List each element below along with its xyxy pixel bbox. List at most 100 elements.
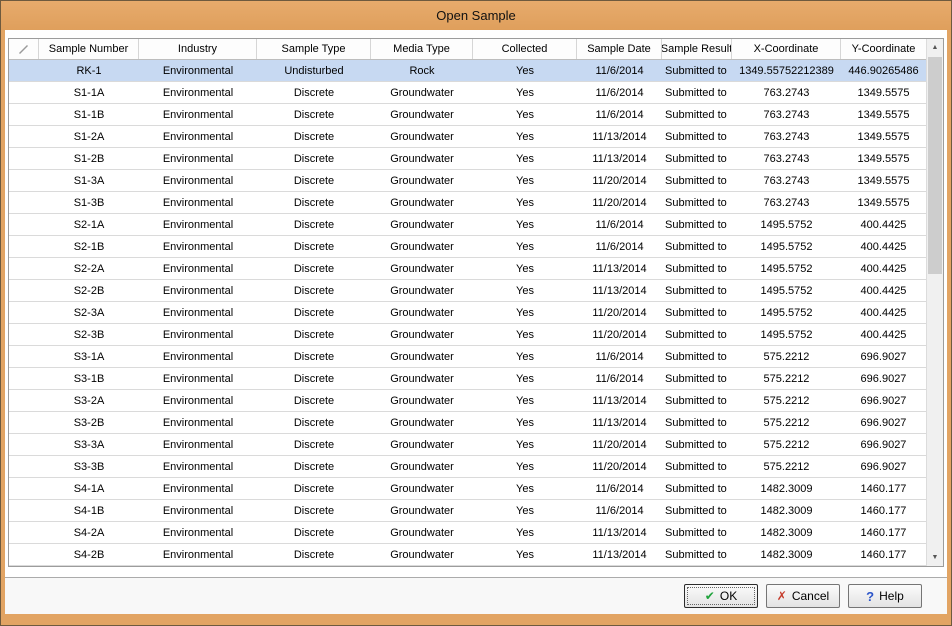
row-selector-header-cell[interactable] <box>9 39 39 59</box>
cell: 575.2212 <box>732 434 841 455</box>
row-selector-cell[interactable] <box>9 280 39 301</box>
cell: 1495.5752 <box>732 236 841 257</box>
vertical-scrollbar[interactable]: ▲ ▼ <box>926 39 943 566</box>
cancel-button[interactable]: ✗ Cancel <box>766 584 840 608</box>
row-selector-cell[interactable] <box>9 192 39 213</box>
cell: Environmental <box>139 280 257 301</box>
help-button-label: Help <box>879 589 904 603</box>
help-button[interactable]: ? Help <box>848 584 922 608</box>
column-header-sample-result[interactable]: Sample Result <box>662 39 732 59</box>
cell: Yes <box>473 478 577 499</box>
cell: 11/6/2014 <box>577 478 662 499</box>
table-row[interactable]: S2-2BEnvironmentalDiscreteGroundwaterYes… <box>9 280 926 302</box>
table-row[interactable]: S2-3BEnvironmentalDiscreteGroundwaterYes… <box>9 324 926 346</box>
table-row[interactable]: S1-1BEnvironmentalDiscreteGroundwaterYes… <box>9 104 926 126</box>
row-selector-cell[interactable] <box>9 324 39 345</box>
table-row[interactable]: S2-1AEnvironmentalDiscreteGroundwaterYes… <box>9 214 926 236</box>
cell: Environmental <box>139 456 257 477</box>
cell: Submitted to <box>662 368 732 389</box>
table-row[interactable]: S1-2AEnvironmentalDiscreteGroundwaterYes… <box>9 126 926 148</box>
scroll-up-icon[interactable]: ▲ <box>927 39 943 56</box>
cell: S3-1A <box>39 346 139 367</box>
table-row[interactable]: S4-1AEnvironmentalDiscreteGroundwaterYes… <box>9 478 926 500</box>
row-selector-cell[interactable] <box>9 434 39 455</box>
scrollbar-track[interactable] <box>927 56 943 549</box>
row-selector-cell[interactable] <box>9 522 39 543</box>
column-header-y-coordinate[interactable]: Y-Coordinate <box>841 39 926 59</box>
dialog-client-area: Sample NumberIndustrySample TypeMedia Ty… <box>5 30 947 614</box>
ok-button[interactable]: ✔ OK <box>684 584 758 608</box>
row-selector-cell[interactable] <box>9 302 39 323</box>
cell: 1349.5575 <box>841 126 926 147</box>
row-selector-cell[interactable] <box>9 148 39 169</box>
row-selector-cell[interactable] <box>9 170 39 191</box>
row-selector-cell[interactable] <box>9 214 39 235</box>
cell: S4-2B <box>39 544 139 565</box>
row-selector-cell[interactable] <box>9 544 39 565</box>
row-selector-cell[interactable] <box>9 412 39 433</box>
cell: Yes <box>473 302 577 323</box>
column-header-sample-number[interactable]: Sample Number <box>39 39 139 59</box>
row-selector-cell[interactable] <box>9 258 39 279</box>
cell: Yes <box>473 82 577 103</box>
table-row[interactable]: S4-2AEnvironmentalDiscreteGroundwaterYes… <box>9 522 926 544</box>
table-row[interactable]: S2-1BEnvironmentalDiscreteGroundwaterYes… <box>9 236 926 258</box>
cell: 400.4425 <box>841 302 926 323</box>
row-selector-cell[interactable] <box>9 60 39 81</box>
cell: 696.9027 <box>841 346 926 367</box>
cell: 11/6/2014 <box>577 346 662 367</box>
cell: Discrete <box>257 500 371 521</box>
row-selector-cell[interactable] <box>9 126 39 147</box>
column-header-sample-date[interactable]: Sample Date <box>577 39 662 59</box>
scroll-down-icon[interactable]: ▼ <box>927 549 943 566</box>
row-selector-cell[interactable] <box>9 82 39 103</box>
row-selector-cell[interactable] <box>9 500 39 521</box>
column-header-media-type[interactable]: Media Type <box>371 39 473 59</box>
table-row[interactable]: S3-3BEnvironmentalDiscreteGroundwaterYes… <box>9 456 926 478</box>
table-row[interactable]: S3-2AEnvironmentalDiscreteGroundwaterYes… <box>9 390 926 412</box>
column-header-x-coordinate[interactable]: X-Coordinate <box>732 39 841 59</box>
cell: 763.2743 <box>732 192 841 213</box>
row-selector-cell[interactable] <box>9 104 39 125</box>
cell: 575.2212 <box>732 390 841 411</box>
cell: 696.9027 <box>841 434 926 455</box>
row-selector-cell[interactable] <box>9 390 39 411</box>
table-row[interactable]: S3-1AEnvironmentalDiscreteGroundwaterYes… <box>9 346 926 368</box>
titlebar[interactable]: Open Sample <box>1 1 951 30</box>
table-row[interactable]: S1-3AEnvironmentalDiscreteGroundwaterYes… <box>9 170 926 192</box>
cell: Groundwater <box>371 324 473 345</box>
table-row[interactable]: S1-1AEnvironmentalDiscreteGroundwaterYes… <box>9 82 926 104</box>
row-selector-cell[interactable] <box>9 368 39 389</box>
row-selector-cell[interactable] <box>9 236 39 257</box>
open-sample-dialog: Open Sample Sample NumberIndustrySample … <box>0 0 952 626</box>
table-row[interactable]: S2-2AEnvironmentalDiscreteGroundwaterYes… <box>9 258 926 280</box>
row-selector-cell[interactable] <box>9 346 39 367</box>
cell: Groundwater <box>371 192 473 213</box>
table-row[interactable]: S3-3AEnvironmentalDiscreteGroundwaterYes… <box>9 434 926 456</box>
table-row[interactable]: S2-3AEnvironmentalDiscreteGroundwaterYes… <box>9 302 926 324</box>
cell: Environmental <box>139 434 257 455</box>
column-header-industry[interactable]: Industry <box>139 39 257 59</box>
cell: 1482.3009 <box>732 544 841 565</box>
row-selector-cell[interactable] <box>9 478 39 499</box>
table-row[interactable]: S1-3BEnvironmentalDiscreteGroundwaterYes… <box>9 192 926 214</box>
scrollbar-thumb[interactable] <box>928 57 942 274</box>
row-selector-cell[interactable] <box>9 456 39 477</box>
table-row[interactable]: S3-1BEnvironmentalDiscreteGroundwaterYes… <box>9 368 926 390</box>
column-header-sample-type[interactable]: Sample Type <box>257 39 371 59</box>
table-row[interactable]: S4-1BEnvironmentalDiscreteGroundwaterYes… <box>9 500 926 522</box>
table-row[interactable]: S4-2BEnvironmentalDiscreteGroundwaterYes… <box>9 544 926 566</box>
table-row[interactable]: S1-2BEnvironmentalDiscreteGroundwaterYes… <box>9 148 926 170</box>
cell: 11/6/2014 <box>577 60 662 81</box>
cell: Environmental <box>139 500 257 521</box>
cell: Groundwater <box>371 368 473 389</box>
cell: 400.4425 <box>841 258 926 279</box>
cell: S2-1A <box>39 214 139 235</box>
cell: 763.2743 <box>732 126 841 147</box>
table-row[interactable]: S3-2BEnvironmentalDiscreteGroundwaterYes… <box>9 412 926 434</box>
cell: Yes <box>473 456 577 477</box>
cell: Discrete <box>257 544 371 565</box>
table-row[interactable]: RK-1EnvironmentalUndisturbedRockYes11/6/… <box>9 60 926 82</box>
column-header-collected[interactable]: Collected <box>473 39 577 59</box>
diagonal-slash-icon <box>18 44 29 55</box>
